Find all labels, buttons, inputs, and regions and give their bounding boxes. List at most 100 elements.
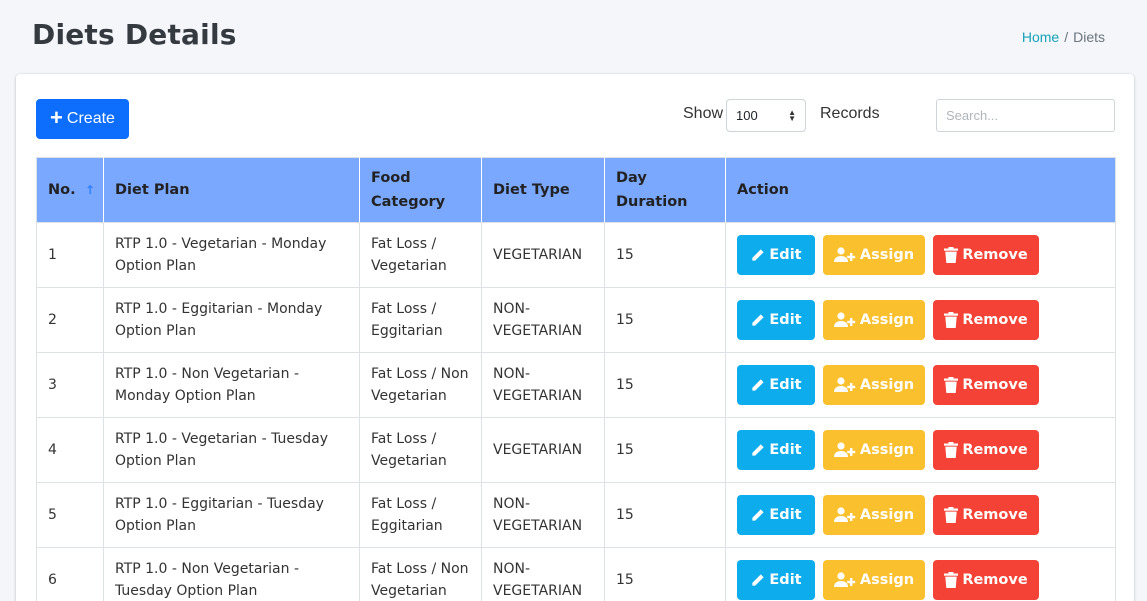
assign-button-label: Assign (859, 312, 915, 328)
search-input[interactable] (936, 99, 1115, 132)
remove-button[interactable]: Remove (933, 430, 1039, 470)
pencil-icon (750, 443, 765, 458)
breadcrumb-home-link[interactable]: Home (1022, 29, 1059, 45)
cell-actions: Edit Assign Remove (725, 417, 1116, 483)
user-plus-icon (833, 312, 856, 328)
cell-diet-type: VEGETARIAN (481, 417, 605, 483)
trash-icon (944, 312, 959, 328)
create-button-label: Create (66, 110, 115, 127)
remove-button-label: Remove (962, 442, 1028, 458)
table-row: 3 RTP 1.0 - Non Vegetarian - Monday Opti… (36, 352, 1116, 418)
table-row: 6 RTP 1.0 - Non Vegetarian - Tuesday Opt… (36, 547, 1116, 601)
remove-button-label: Remove (962, 312, 1028, 328)
row-actions: Edit Assign Remove (737, 365, 1104, 405)
remove-button[interactable]: Remove (933, 365, 1039, 405)
column-header-no[interactable]: No. ↑ (36, 157, 104, 223)
records-per-page-select[interactable]: 100 ▲ ▼ (726, 99, 806, 132)
assign-button[interactable]: Assign (823, 365, 925, 405)
edit-button[interactable]: Edit (737, 365, 815, 405)
user-plus-icon (833, 507, 856, 523)
assign-button[interactable]: Assign (823, 430, 925, 470)
edit-button-label: Edit (769, 312, 802, 328)
cell-diet-type: NON-VEGETARIAN (481, 547, 605, 601)
cell-no: 6 (36, 547, 104, 601)
column-header-food-category[interactable]: Food Category (359, 157, 482, 223)
create-button[interactable]: + Create (36, 99, 129, 139)
edit-button[interactable]: Edit (737, 300, 815, 340)
breadcrumb: Home / Diets (1022, 29, 1105, 45)
remove-button[interactable]: Remove (933, 495, 1039, 535)
trash-icon (944, 377, 959, 393)
remove-button[interactable]: Remove (933, 300, 1039, 340)
row-actions: Edit Assign Remove (737, 235, 1104, 275)
edit-button-label: Edit (769, 572, 802, 588)
trash-icon (944, 442, 959, 458)
row-actions: Edit Assign Remove (737, 430, 1104, 470)
sort-ascending-icon: ↑ (84, 183, 95, 197)
column-header-diet-type[interactable]: Diet Type (481, 157, 605, 223)
assign-button[interactable]: Assign (823, 560, 925, 600)
assign-button-label: Assign (859, 442, 915, 458)
cell-food-category: Fat Loss / Non Vegetarian (359, 352, 482, 418)
row-actions: Edit Assign Remove (737, 495, 1104, 535)
page-header: Diets Details Home / Diets (0, 0, 1147, 74)
cell-day-duration: 15 (604, 482, 726, 548)
assign-button-label: Assign (859, 247, 915, 263)
assign-button[interactable]: Assign (823, 495, 925, 535)
edit-button[interactable]: Edit (737, 495, 815, 535)
remove-button-label: Remove (962, 377, 1028, 393)
cell-diet-plan: RTP 1.0 - Non Vegetarian - Tuesday Optio… (103, 547, 360, 601)
cell-diet-plan: RTP 1.0 - Vegetarian - Tuesday Option Pl… (103, 417, 360, 483)
pencil-icon (750, 573, 765, 588)
cell-no: 3 (36, 352, 104, 418)
table-row: 1 RTP 1.0 - Vegetarian - Monday Option P… (36, 222, 1116, 288)
user-plus-icon (833, 572, 856, 588)
cell-food-category: Fat Loss / Vegetarian (359, 417, 482, 483)
records-per-page-value: 100 (736, 108, 758, 123)
cell-diet-plan: RTP 1.0 - Eggitarian - Tuesday Option Pl… (103, 482, 360, 548)
column-header-diet-plan[interactable]: Diet Plan (103, 157, 360, 223)
assign-button[interactable]: Assign (823, 235, 925, 275)
cell-day-duration: 15 (604, 417, 726, 483)
row-actions: Edit Assign Remove (737, 560, 1104, 600)
remove-button[interactable]: Remove (933, 560, 1039, 600)
diets-card: + Create Show 100 ▲▼ Records No. ↑ Diet P… (16, 74, 1134, 601)
trash-icon (944, 247, 959, 263)
edit-button-label: Edit (769, 377, 802, 393)
edit-button[interactable]: Edit (737, 560, 815, 600)
user-plus-icon (833, 247, 856, 263)
cell-actions: Edit Assign Remove (725, 547, 1116, 601)
cell-day-duration: 15 (604, 352, 726, 418)
user-plus-icon (833, 442, 856, 458)
cell-food-category: Fat Loss / Vegetarian (359, 222, 482, 288)
edit-button-label: Edit (769, 507, 802, 523)
cell-day-duration: 15 (604, 547, 726, 601)
column-header-day-duration[interactable]: Day Duration (604, 157, 726, 223)
cell-diet-type: NON-VEGETARIAN (481, 482, 605, 548)
cell-diet-type: NON-VEGETARIAN (481, 287, 605, 353)
assign-button-label: Assign (859, 507, 915, 523)
table-body: 1 RTP 1.0 - Vegetarian - Monday Option P… (36, 222, 1116, 601)
cell-actions: Edit Assign Remove (725, 352, 1116, 418)
cell-food-category: Fat Loss / Eggitarian (359, 482, 482, 548)
table-header-row: No. ↑ Diet Plan Food Category Diet Type D… (36, 157, 1116, 223)
assign-button[interactable]: Assign (823, 300, 925, 340)
remove-button[interactable]: Remove (933, 235, 1039, 275)
edit-button[interactable]: Edit (737, 430, 815, 470)
user-plus-icon (833, 377, 856, 393)
table-row: 5 RTP 1.0 - Eggitarian - Tuesday Option … (36, 482, 1116, 548)
row-actions: Edit Assign Remove (737, 300, 1104, 340)
show-label: Show (683, 105, 724, 122)
remove-button-label: Remove (962, 572, 1028, 588)
column-header-no-label: No. (48, 182, 76, 198)
cell-food-category: Fat Loss / Eggitarian (359, 287, 482, 353)
cell-food-category: Fat Loss / Non Vegetarian (359, 547, 482, 601)
cell-no: 1 (36, 222, 104, 288)
edit-button[interactable]: Edit (737, 235, 815, 275)
pencil-icon (750, 248, 765, 263)
cell-actions: Edit Assign Remove (725, 482, 1116, 548)
trash-icon (944, 507, 959, 523)
trash-icon (944, 572, 959, 588)
cell-diet-plan: RTP 1.0 - Non Vegetarian - Monday Option… (103, 352, 360, 418)
assign-button-label: Assign (859, 572, 915, 588)
